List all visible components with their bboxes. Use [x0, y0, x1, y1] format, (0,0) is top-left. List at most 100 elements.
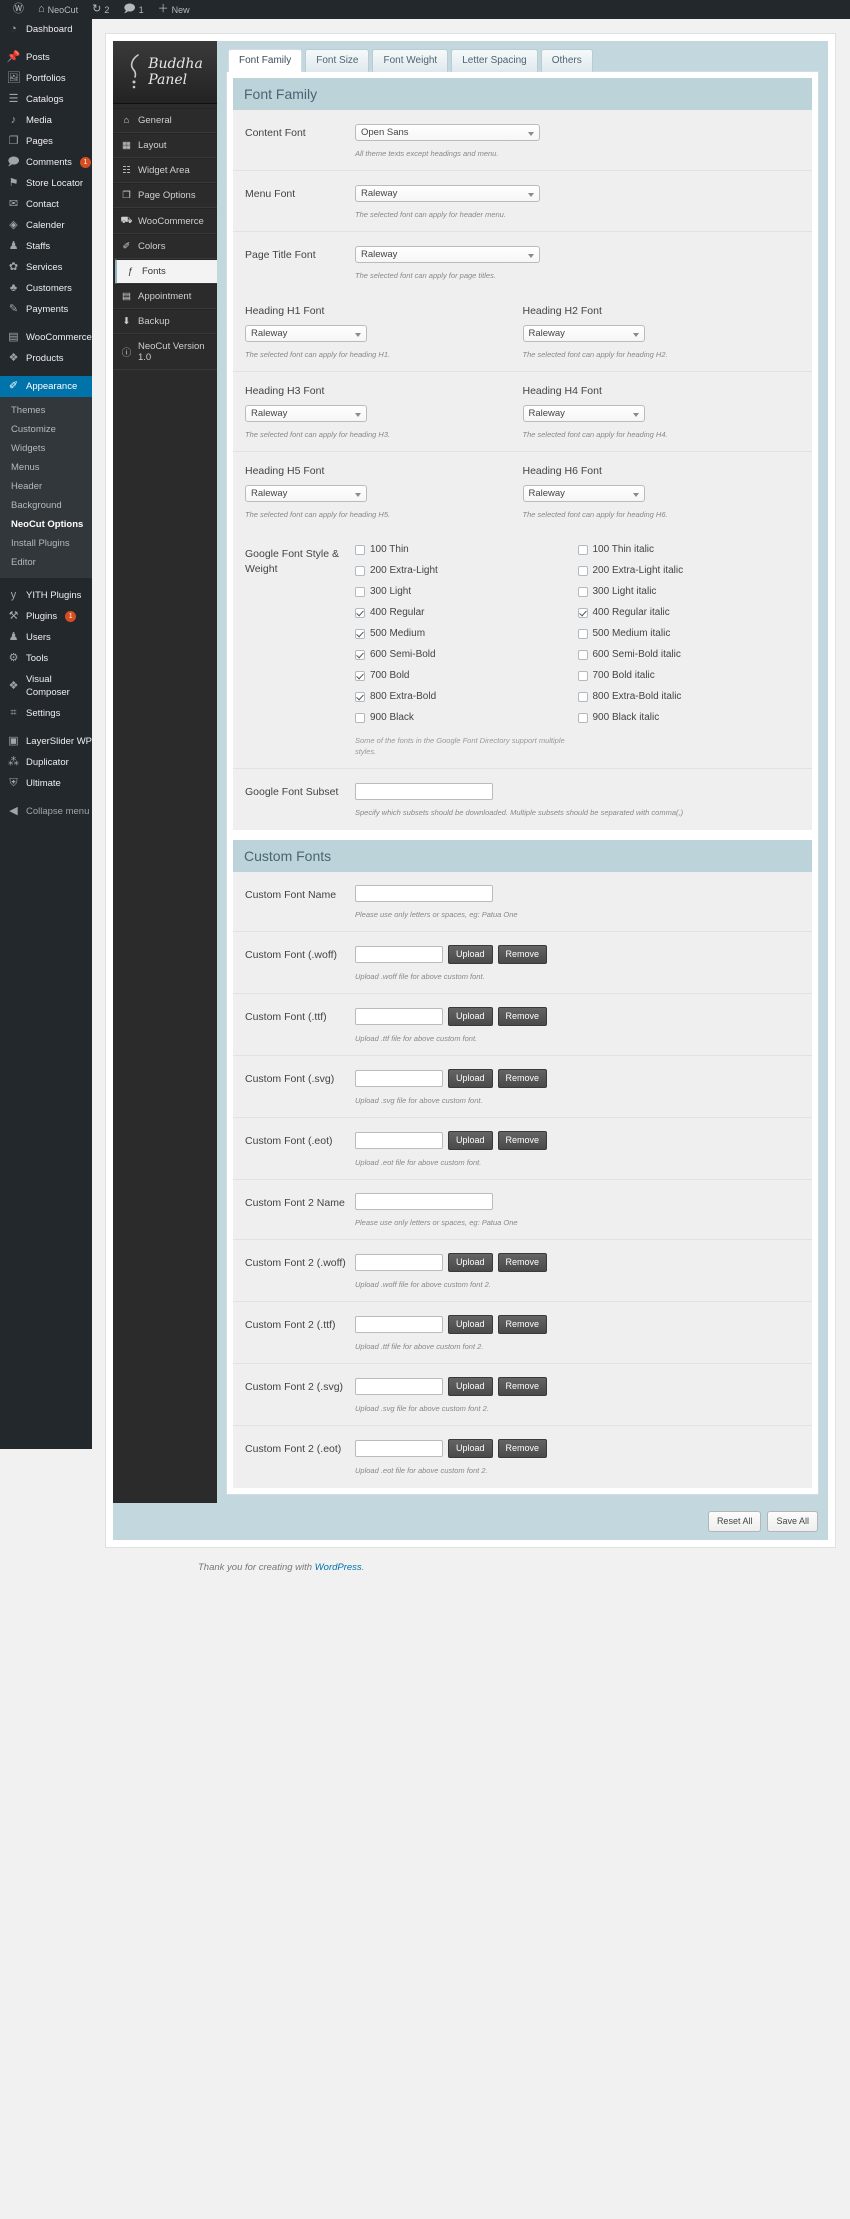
weight-checkbox-200-extra-light[interactable]: 200 Extra-Light	[355, 565, 578, 576]
custom-font-2-svg-remove-button[interactable]: Remove	[497, 1377, 548, 1396]
custom-font-ttf-input[interactable]	[355, 1008, 443, 1025]
checkbox-icon[interactable]	[577, 565, 588, 576]
checkbox-icon[interactable]	[577, 712, 588, 723]
checkbox-icon[interactable]	[577, 607, 588, 618]
sidebar-item-layerslider-wp[interactable]: ▣ LayerSlider WP	[0, 731, 92, 752]
checkbox-icon[interactable]	[577, 586, 588, 597]
submenu-item-themes[interactable]: Themes	[0, 401, 92, 420]
custom-font-eot-upload-button[interactable]: Upload	[448, 1131, 493, 1150]
weight-checkbox-800-extra-bold[interactable]: 800 Extra-Bold	[355, 691, 578, 702]
submenu-item-neocut-options[interactable]: NeoCut Options	[0, 515, 92, 534]
custom-font-2-svg-input[interactable]	[355, 1378, 443, 1395]
sidebar-item-plugins[interactable]: ⚒ Plugins 1	[0, 606, 92, 627]
tab-font-family[interactable]: Font Family	[228, 49, 303, 72]
sidebar-item-services[interactable]: ✿ Services	[0, 257, 92, 278]
sidebar-item-posts[interactable]: 📌 Posts	[0, 47, 92, 68]
submenu-item-customize[interactable]: Customize	[0, 420, 92, 439]
tab-font-weight[interactable]: Font Weight	[372, 49, 449, 72]
weight-checkbox-800-extra-bold-italic[interactable]: 800 Extra-Bold italic	[577, 691, 801, 702]
custom-font-svg-input[interactable]	[355, 1070, 443, 1087]
checkbox-icon[interactable]	[355, 544, 365, 555]
sidebar-item-visual-composer[interactable]: ❖ Visual Composer	[0, 669, 92, 703]
custom-font-2-eot-remove-button[interactable]: Remove	[497, 1439, 548, 1458]
tab-letter-spacing[interactable]: Letter Spacing	[451, 49, 538, 72]
sidebar-item-calender[interactable]: ◈ Calender	[0, 215, 92, 236]
heading-h2-font-select[interactable]: Raleway	[522, 325, 645, 342]
heading-h1-font-select[interactable]: Raleway	[245, 325, 367, 342]
page-title-font-select[interactable]: Raleway	[355, 246, 540, 263]
sidebar-item-dashboard[interactable]: ◔ Dashboard	[0, 19, 92, 40]
adminbar-item-2[interactable]: ↻ 2	[85, 0, 116, 19]
sidebar-item-ultimate[interactable]: ⛨ Ultimate	[0, 773, 92, 794]
heading-h6-font-select[interactable]: Raleway	[522, 485, 645, 502]
heading-h4-font-select[interactable]: Raleway	[522, 405, 645, 422]
checkbox-icon[interactable]	[577, 628, 588, 639]
sidebar-item-customers[interactable]: ♣ Customers	[0, 278, 92, 299]
checkbox-icon[interactable]	[577, 691, 588, 702]
weight-checkbox-400-regular[interactable]: 400 Regular	[355, 607, 578, 618]
sidebar-item-portfolios[interactable]: 🖼 Portfolios	[0, 68, 92, 89]
checkbox-icon[interactable]	[355, 607, 365, 618]
submenu-item-header[interactable]: Header	[0, 477, 92, 496]
submenu-item-editor[interactable]: Editor	[0, 553, 92, 572]
checkbox-icon[interactable]	[577, 544, 588, 555]
sidebar-item-staffs[interactable]: ♟ Staffs	[0, 236, 92, 257]
sidebar-item-tools[interactable]: ⚙ Tools	[0, 648, 92, 669]
panel-nav-page-options[interactable]: ❐ Page Options	[113, 183, 217, 208]
custom-font-eot-remove-button[interactable]: Remove	[497, 1131, 548, 1150]
submenu-item-menus[interactable]: Menus	[0, 458, 92, 477]
checkbox-icon[interactable]	[355, 565, 365, 576]
sidebar-item-products[interactable]: ❖ Products	[0, 348, 92, 369]
checkbox-icon[interactable]	[355, 586, 365, 597]
tab-others[interactable]: Others	[540, 49, 593, 72]
adminbar-item-neocut[interactable]: ⌂ NeoCut	[31, 0, 85, 19]
custom-font-woff-input[interactable]	[355, 946, 443, 963]
weight-checkbox-600-semi-bold[interactable]: 600 Semi-Bold	[355, 649, 578, 660]
sidebar-item-store-locator[interactable]: ⚑ Store Locator	[0, 173, 92, 194]
weight-checkbox-300-light-italic[interactable]: 300 Light italic	[577, 586, 801, 597]
panel-nav-layout[interactable]: ▦ Layout	[113, 133, 217, 158]
weight-checkbox-100-thin-italic[interactable]: 100 Thin italic	[577, 544, 801, 555]
heading-h3-font-select[interactable]: Raleway	[245, 405, 367, 422]
sidebar-item-payments[interactable]: ✎ Payments	[0, 299, 92, 320]
submenu-item-background[interactable]: Background	[0, 496, 92, 515]
weight-checkbox-300-light[interactable]: 300 Light	[355, 586, 578, 597]
panel-nav-widget-area[interactable]: ☷ Widget Area	[113, 158, 217, 183]
panel-nav-fonts[interactable]: ƒ Fonts	[115, 259, 217, 284]
sidebar-item-contact[interactable]: ✉ Contact	[0, 194, 92, 215]
custom-font-2-woff-input[interactable]	[355, 1254, 443, 1271]
submenu-item-widgets[interactable]: Widgets	[0, 439, 92, 458]
checkbox-icon[interactable]	[355, 628, 365, 639]
adminbar-item-1[interactable]: 🗩 1	[116, 0, 150, 19]
checkbox-icon[interactable]	[355, 670, 365, 681]
tab-font-size[interactable]: Font Size	[305, 49, 370, 72]
panel-nav-woocommerce[interactable]: ⛟ WooCommerce	[113, 208, 217, 234]
custom-font-2-eot-upload-button[interactable]: Upload	[448, 1439, 493, 1458]
panel-nav-appointment[interactable]: ▤ Appointment	[113, 284, 217, 309]
wordpress-link[interactable]: WordPress	[315, 1562, 362, 1573]
panel-nav-colors[interactable]: ✐ Colors	[113, 234, 217, 259]
checkbox-icon[interactable]	[577, 649, 588, 660]
sidebar-item-catalogs[interactable]: ☰ Catalogs	[0, 89, 92, 110]
sidebar-item-woocommerce[interactable]: ▤ WooCommerce	[0, 327, 92, 348]
weight-checkbox-200-extra-light-italic[interactable]: 200 Extra-Light italic	[577, 565, 801, 576]
panel-nav-neocut-version-1-0[interactable]: ⓘ NeoCut Version 1.0	[113, 334, 217, 370]
custom-font-2-ttf-remove-button[interactable]: Remove	[497, 1315, 548, 1334]
custom-font-eot-input[interactable]	[355, 1132, 443, 1149]
weight-checkbox-700-bold[interactable]: 700 Bold	[355, 670, 578, 681]
custom-font-2-eot-input[interactable]	[355, 1440, 443, 1457]
sidebar-item-comments[interactable]: 🗩 Comments 1	[0, 152, 92, 173]
custom-font-2-name-input[interactable]	[355, 1193, 493, 1210]
sidebar-item-appearance[interactable]: ✐ Appearance	[0, 376, 92, 397]
adminbar-item-logo[interactable]: Ⓦ	[6, 0, 31, 19]
custom-font-ttf-upload-button[interactable]: Upload	[448, 1007, 493, 1026]
custom-font-woff-remove-button[interactable]: Remove	[497, 945, 548, 964]
custom-font-svg-remove-button[interactable]: Remove	[497, 1069, 548, 1088]
content-font-select[interactable]: Open Sans	[355, 124, 540, 141]
sidebar-item-pages[interactable]: ❐ Pages	[0, 131, 92, 152]
custom-font-ttf-remove-button[interactable]: Remove	[497, 1007, 548, 1026]
custom-font-2-svg-upload-button[interactable]: Upload	[448, 1377, 493, 1396]
custom-font-2-ttf-upload-button[interactable]: Upload	[448, 1315, 493, 1334]
sidebar-item-settings[interactable]: ⌗ Settings	[0, 703, 92, 724]
weight-checkbox-600-semi-bold-italic[interactable]: 600 Semi-Bold italic	[577, 649, 801, 660]
